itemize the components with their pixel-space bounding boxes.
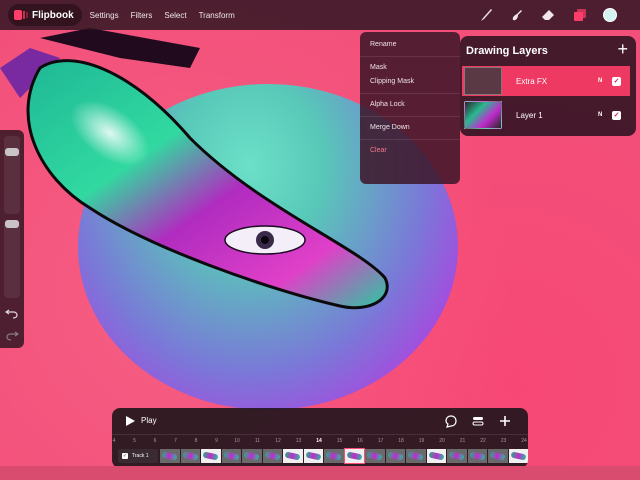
opacity-thumb[interactable] (5, 220, 19, 228)
frame-cell[interactable] (242, 449, 262, 463)
frame-cell[interactable] (201, 449, 221, 463)
menu-merge-down[interactable]: Merge Down (360, 121, 460, 135)
play-icon[interactable] (125, 416, 135, 426)
eraser-icon[interactable] (540, 7, 556, 23)
canvas-artwork (0, 28, 389, 310)
menu-filters[interactable]: Filters (131, 11, 153, 20)
track-settings-icon[interactable] (471, 414, 485, 428)
menu-clear[interactable]: Clear (360, 144, 460, 158)
frame-number: 6 (153, 438, 157, 444)
frame-cell[interactable] (160, 449, 180, 463)
layer-thumbnail (464, 101, 502, 129)
undo-icon[interactable] (5, 306, 19, 320)
frame-number: 10 (234, 438, 240, 444)
left-sidebar (0, 130, 24, 348)
frame-strip (160, 448, 528, 464)
frame-cell[interactable] (488, 449, 508, 463)
frame-number: 17 (377, 438, 384, 444)
frame-cell[interactable] (262, 449, 282, 463)
brush-size-thumb[interactable] (5, 148, 19, 156)
frame-number: 21 (459, 438, 466, 444)
frame-number: 23 (500, 438, 507, 444)
redo-icon[interactable] (5, 328, 19, 342)
frame-ruler[interactable]: 4 5 6 7 8 9 10 11 12 13 14 15 16 17 18 1… (112, 434, 528, 446)
layer-visibility-checkbox[interactable]: ✓ (612, 110, 621, 120)
smudge-icon[interactable] (509, 7, 525, 23)
frame-number: 22 (480, 438, 486, 444)
animation-timeline: Play 4 5 6 7 8 9 10 11 12 13 14 15 16 17… (112, 408, 528, 468)
frame-number: 13 (295, 438, 302, 444)
frame-cell[interactable] (406, 449, 426, 463)
frame-number: 15 (336, 438, 343, 444)
frame-number: 18 (398, 438, 404, 444)
menu-settings[interactable]: Settings (90, 11, 119, 20)
opacity-slider[interactable] (4, 220, 20, 298)
frame-number: 4 (112, 438, 116, 444)
frame-cell[interactable] (508, 449, 528, 463)
track-row: ✓ Track 1 (118, 448, 528, 464)
frame-cell[interactable] (426, 449, 446, 463)
play-button[interactable]: Play (141, 416, 157, 425)
frame-number: 16 (357, 438, 363, 444)
track-label[interactable]: ✓ Track 1 (118, 449, 158, 463)
layer-row-extra-fx[interactable]: Extra FX N ✓ (462, 66, 630, 96)
layer-name[interactable]: Layer 1 (516, 111, 598, 120)
menu-divider (360, 56, 460, 57)
frame-number: 8 (194, 438, 198, 444)
frame-number: 12 (275, 438, 281, 444)
menu-alpha-lock[interactable]: Alpha Lock (360, 98, 460, 112)
menu-divider (360, 116, 460, 117)
add-layer-icon[interactable]: + (617, 40, 628, 58)
frame-cell[interactable] (180, 449, 200, 463)
add-frame-icon[interactable] (498, 414, 512, 428)
frame-cell[interactable] (447, 449, 467, 463)
frame-cell[interactable] (303, 449, 323, 463)
layers-title: Drawing Layers (466, 45, 548, 57)
layer-visibility-checkbox[interactable]: ✓ (612, 76, 621, 86)
current-frame-number: 14 (316, 438, 322, 444)
frame-number: 7 (174, 438, 177, 444)
layer-name[interactable]: Extra FX (516, 77, 598, 86)
menu-clipping-mask[interactable]: Clipping Mask (360, 75, 460, 89)
frame-number: 9 (215, 438, 218, 444)
app-logo[interactable]: Flipbook (8, 4, 82, 26)
current-frame-cell[interactable] (343, 448, 365, 464)
color-picker-button[interactable] (603, 8, 617, 22)
frame-number: 24 (521, 438, 527, 444)
layer-blend-mode[interactable]: N (598, 78, 612, 84)
menu-rename[interactable]: Rename (360, 38, 460, 52)
flipbook-logo-icon (14, 10, 28, 20)
menu-transform[interactable]: Transform (199, 11, 235, 20)
frame-number: 5 (133, 438, 136, 444)
layer-thumbnail (464, 67, 502, 95)
track-enabled-checkbox[interactable]: ✓ (122, 453, 128, 459)
brush-icon[interactable] (478, 7, 494, 23)
layer-row-layer-1[interactable]: Layer 1 N ✓ (462, 100, 630, 130)
frame-cell[interactable] (467, 449, 487, 463)
frame-number: 20 (439, 438, 445, 444)
app-name: Flipbook (32, 9, 74, 21)
track-name: Track 1 (132, 453, 149, 459)
layer-blend-mode[interactable]: N (598, 112, 612, 118)
menu-divider (360, 139, 460, 140)
frame-cell[interactable] (283, 449, 303, 463)
frame-cell[interactable] (385, 449, 405, 463)
frame-number: 19 (418, 438, 425, 444)
canvas-bottom-edge (0, 466, 640, 480)
menu-select[interactable]: Select (164, 11, 186, 20)
frame-cell[interactable] (324, 449, 344, 463)
comment-icon[interactable] (444, 414, 458, 428)
top-bar: Flipbook Settings Filters Select Transfo… (0, 0, 640, 30)
frame-number: 11 (254, 438, 261, 444)
layer-context-menu: Rename Mask Clipping Mask Alpha Lock Mer… (360, 32, 460, 184)
layers-panel: Drawing Layers + Extra FX N ✓ Layer 1 N … (460, 36, 636, 136)
menu-divider (360, 93, 460, 94)
frame-cell[interactable] (365, 449, 385, 463)
frame-cell[interactable] (221, 449, 241, 463)
layers-icon[interactable] (572, 7, 588, 23)
menu-mask[interactable]: Mask (360, 61, 460, 75)
